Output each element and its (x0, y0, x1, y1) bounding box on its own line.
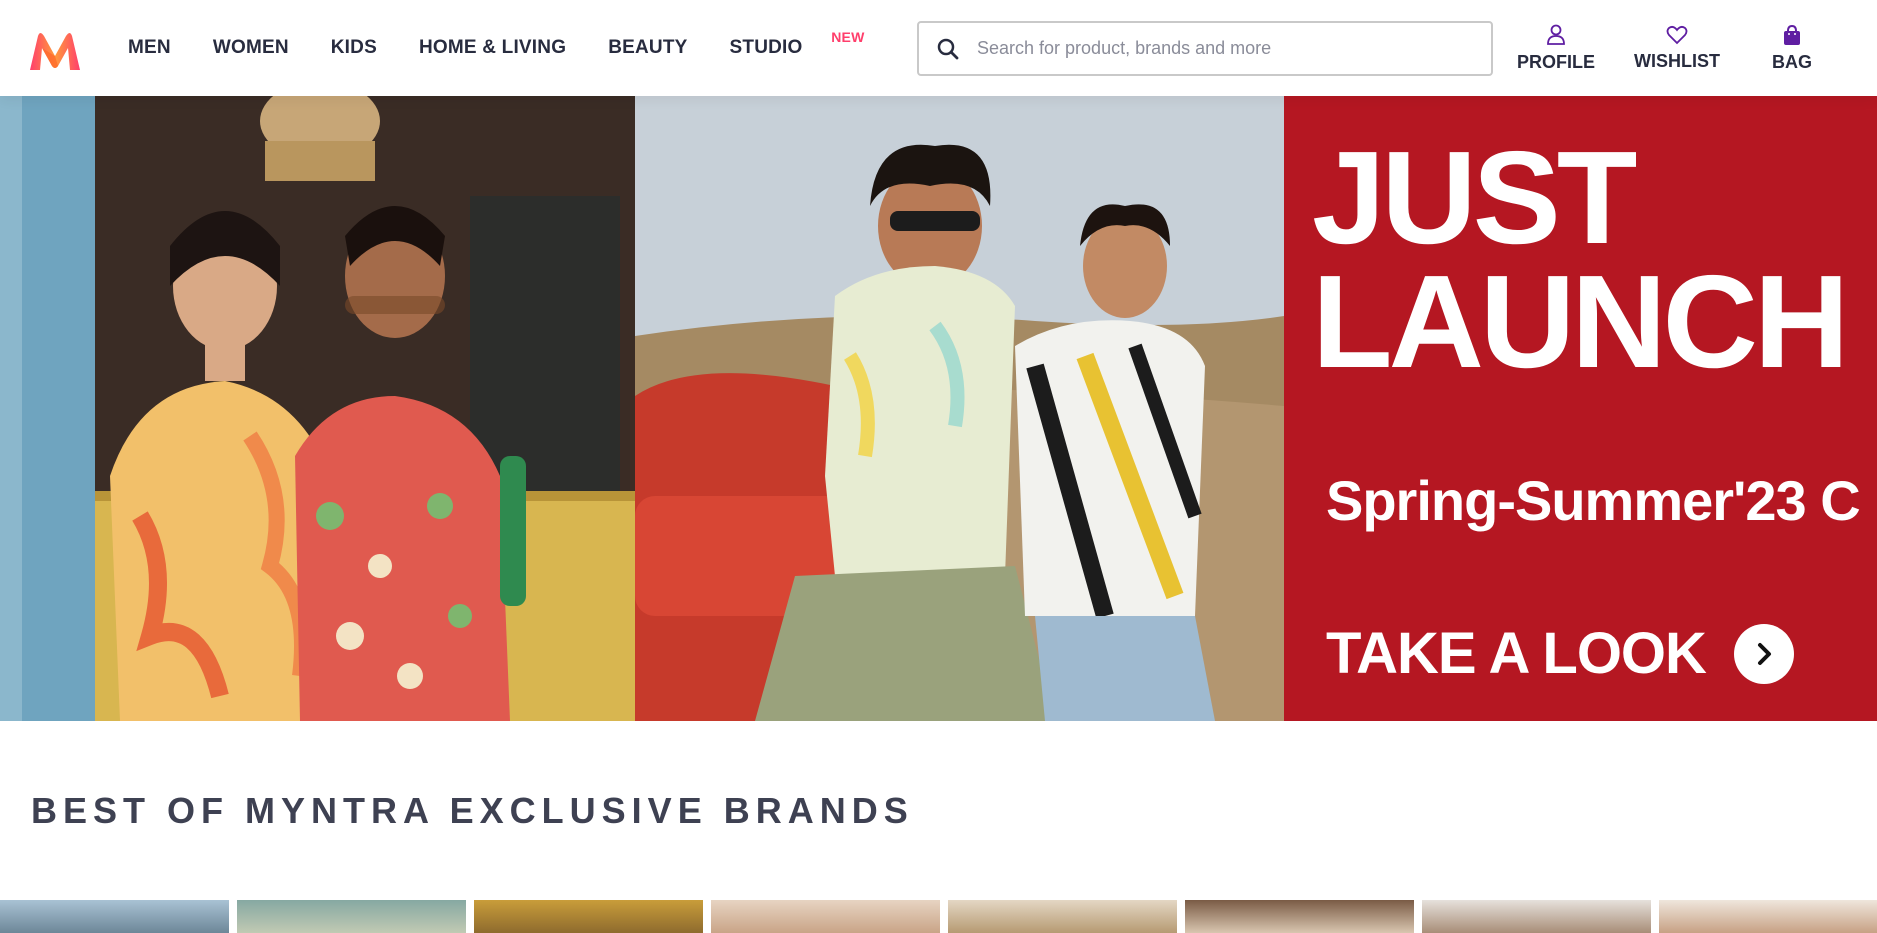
nav-home-living[interactable]: HOME & LIVING (419, 37, 566, 59)
brand-tile[interactable] (711, 900, 940, 933)
bag-label: BAG (1772, 51, 1812, 72)
nav-studio[interactable]: STUDIO NEW (730, 29, 865, 59)
take-a-look-button[interactable]: TAKE A LOOK (1326, 620, 1794, 687)
section-title: BEST OF MYNTRA EXCLUSIVE BRANDS (31, 790, 914, 831)
promo-title: JUST LAUNCH (1312, 124, 1849, 395)
brand-tile[interactable] (0, 900, 229, 933)
header-actions: PROFILE WISHLIST BAG (1500, 0, 1842, 96)
nav-beauty[interactable]: BEAUTY (608, 37, 687, 59)
myntra-logo[interactable] (26, 30, 84, 74)
brand-tile[interactable] (1422, 900, 1651, 933)
brand-tile[interactable] (474, 900, 703, 933)
profile-label: PROFILE (1516, 51, 1595, 72)
nav-kids[interactable]: KIDS (331, 37, 377, 59)
wishlist-button[interactable]: WISHLIST (1612, 0, 1742, 96)
brand-tile[interactable] (948, 900, 1177, 933)
brand-tile[interactable] (1185, 900, 1414, 933)
search-input[interactable] (977, 23, 1491, 74)
promo-subtitle: Spring-Summer'23 C (1326, 469, 1861, 532)
hero-image-women[interactable] (0, 96, 635, 721)
brand-tile[interactable] (1659, 900, 1877, 933)
promo-panel[interactable]: JUST LAUNCH Spring-Summer'23 C TAKE A LO… (1284, 96, 1877, 721)
hero-banner[interactable]: JUST LAUNCH Spring-Summer'23 C TAKE A LO… (0, 96, 1877, 721)
nav-women[interactable]: WOMEN (213, 37, 289, 59)
bag-icon (1784, 24, 1800, 45)
top-header: MEN WOMEN KIDS HOME & LIVING BEAUTY STUD… (0, 0, 1877, 96)
heart-icon (1666, 25, 1688, 44)
nav-men[interactable]: MEN (128, 37, 171, 59)
chevron-right-icon (1733, 623, 1794, 684)
new-badge: NEW (831, 29, 865, 45)
bag-button[interactable]: BAG (1742, 0, 1842, 96)
search-bar (917, 21, 1493, 76)
profile-button[interactable]: PROFILE (1500, 0, 1612, 96)
brand-tile[interactable] (237, 900, 466, 933)
cta-label: TAKE A LOOK (1326, 621, 1707, 686)
user-icon (1547, 24, 1565, 45)
hero-image-men[interactable] (635, 96, 1284, 721)
wishlist-label: WISHLIST (1634, 50, 1720, 71)
main-nav: MEN WOMEN KIDS HOME & LIVING BEAUTY STUD… (128, 0, 865, 96)
brand-carousel (0, 900, 1877, 933)
search-icon[interactable] (919, 23, 977, 74)
